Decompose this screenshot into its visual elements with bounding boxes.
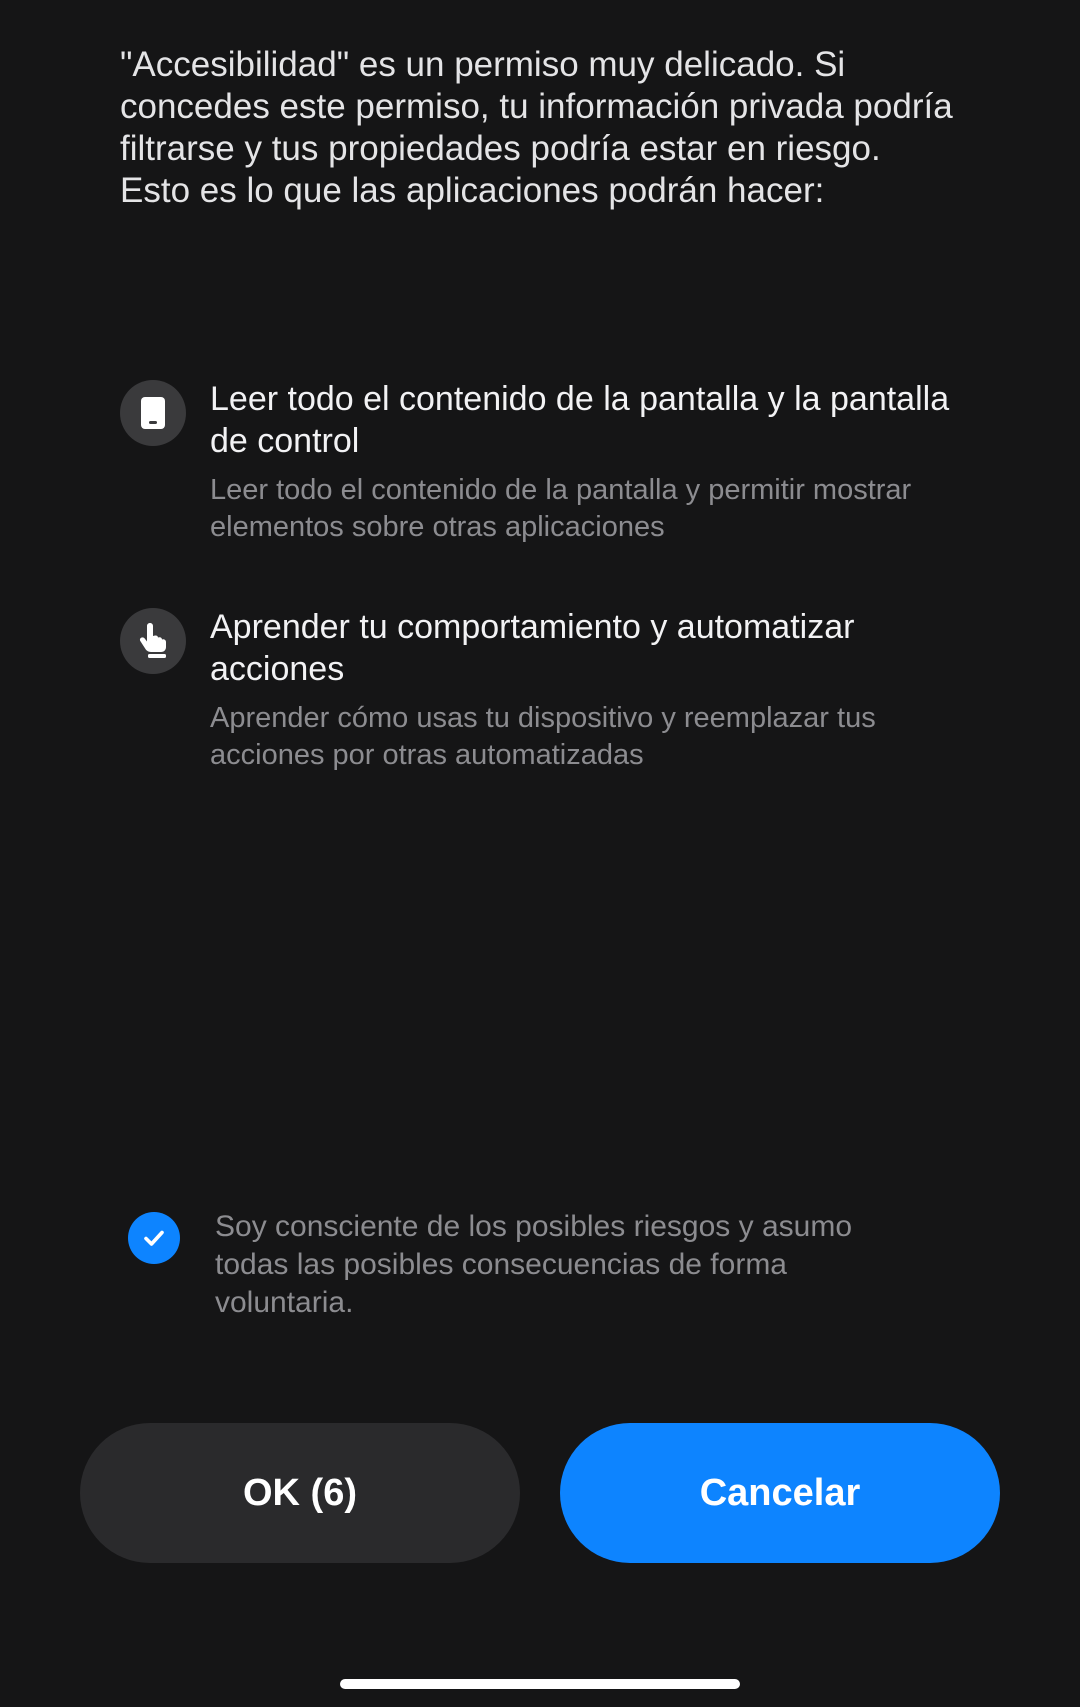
consent-checkbox[interactable] [128,1212,180,1264]
permission-warning-text: "Accesibilidad" es un permiso muy delica… [120,45,953,210]
ok-button[interactable]: OK (6) [80,1423,520,1563]
hand-pointer-icon [120,608,186,674]
permission-title: Leer todo el contenido de la pantalla y … [210,380,950,460]
checkmark-icon [144,1230,164,1246]
consent-label[interactable]: Soy consciente de los posibles riesgos y… [215,1208,925,1322]
phone-screen-icon [120,380,186,446]
permission-description: Leer todo el contenido de la pantalla y … [210,474,912,543]
cancel-button[interactable]: Cancelar [560,1423,1000,1563]
permission-description: Aprender cómo usas tu dispositivo y reem… [210,702,876,771]
permission-title: Aprender tu comportamiento y automatizar… [210,608,855,688]
home-indicator[interactable] [340,1679,740,1689]
